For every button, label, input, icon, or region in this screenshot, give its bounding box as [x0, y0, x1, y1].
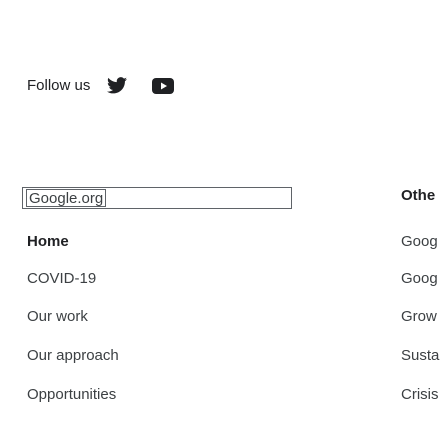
nav-item-our-work[interactable]: Our work: [27, 308, 88, 325]
other-sites-link-4[interactable]: Susta: [401, 347, 439, 364]
other-sites-link-2[interactable]: Goog: [401, 270, 438, 287]
follow-us-label: Follow us: [27, 77, 91, 94]
nav-item-home[interactable]: Home: [27, 233, 69, 250]
nav-item-opportunities[interactable]: Opportunities: [27, 386, 116, 403]
other-sites-link-1[interactable]: Goog: [401, 233, 438, 250]
google-org-logo-box[interactable]: Google.org: [22, 187, 292, 209]
nav-item-our-approach[interactable]: Our approach: [27, 347, 119, 364]
follow-us-row: Follow us: [27, 77, 174, 94]
other-sites-link-3[interactable]: Grow: [401, 308, 437, 325]
other-sites-link-5[interactable]: Crisis: [401, 386, 439, 403]
google-org-logo: Google.org: [26, 189, 107, 207]
twitter-icon[interactable]: [107, 77, 127, 94]
nav-item-covid-19[interactable]: COVID-19: [27, 270, 96, 287]
other-sites-heading: Othe: [401, 187, 436, 204]
other-sites-nav: Othe Goog Goog Grow Susta Crisis: [401, 0, 448, 448]
youtube-icon[interactable]: [152, 78, 174, 94]
